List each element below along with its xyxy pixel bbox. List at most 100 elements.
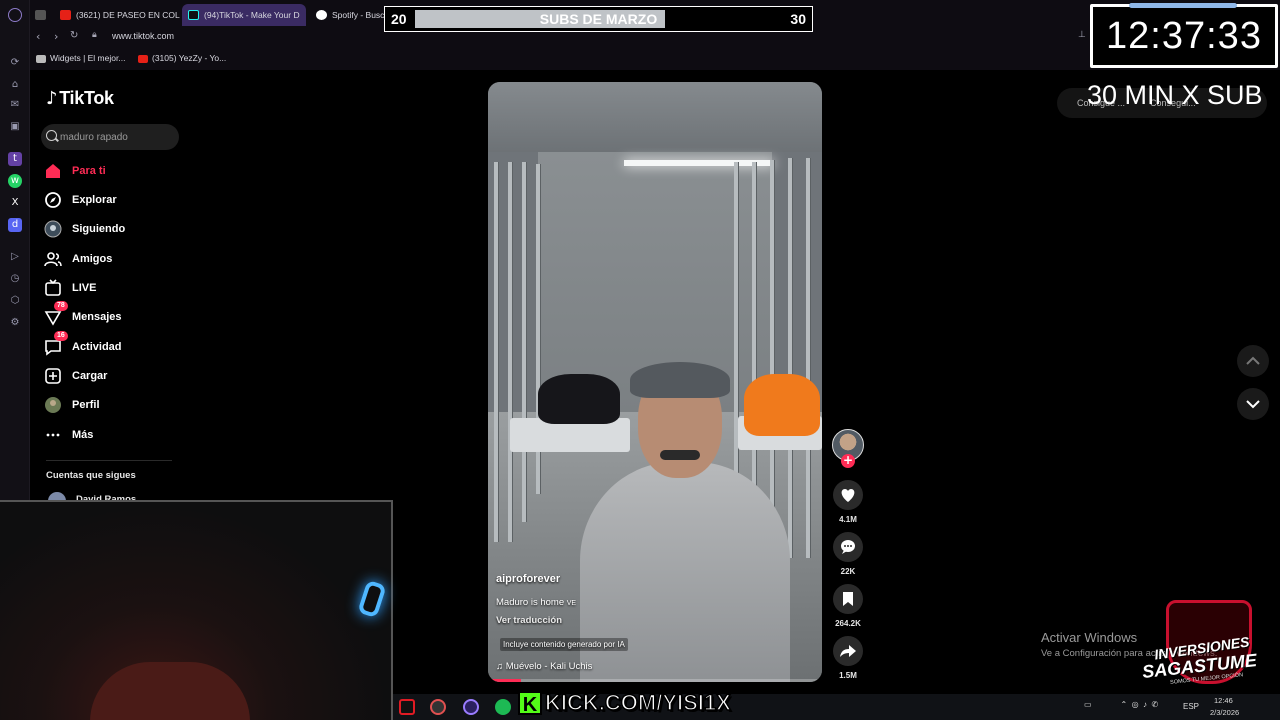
subs-goal-bar: 20 SUBS DE MARZO 30 [384,6,813,32]
clock-icon[interactable]: ◷ [8,272,22,286]
nav-label: Para ti [72,165,106,177]
tab-label: (94)TikTok - Make Your D [204,10,300,20]
video-progress-fill [488,679,522,682]
back-icon[interactable]: ‹ [36,30,40,43]
nav-cargar[interactable]: Cargar [44,365,184,389]
save-count: 264.2K [835,619,861,628]
youtube-favicon-icon [60,10,71,20]
description-text: Maduro is home [496,597,565,608]
share-icon [840,645,856,657]
nav-actividad[interactable]: 16 Actividad [44,331,184,360]
player-icon[interactable]: ▷ [8,250,22,264]
upload-icon [45,368,61,384]
tab-tiktok[interactable]: (94)TikTok - Make Your D [182,4,306,26]
nav-explorar[interactable]: Explorar [44,189,184,213]
timer-accent [1129,3,1237,8]
x-icon[interactable]: X [8,196,22,210]
nav-label: LIVE [72,282,97,294]
tab-label: Spotify - Busc [332,10,385,20]
webcam-feed [0,500,393,720]
tiktok-note-icon: ♪ [46,88,58,109]
next-video-button[interactable] [1237,388,1269,420]
music-link[interactable]: ♫ Muévelo - Kali Uchis [496,661,592,672]
kick-banner: K KICK.COM/YISI1X [518,689,732,718]
url-field[interactable]: www.tiktok.com [112,31,174,41]
search-icon[interactable] [46,130,57,141]
app-icon-obs[interactable] [430,699,446,715]
nav-siguiendo[interactable]: Siguiendo [44,218,184,242]
sidebar-notes-icon[interactable]: ▣ [8,120,22,134]
like-action[interactable]: 4.1M [833,480,863,524]
nav-mensajes[interactable]: 78 Mensajes [44,301,184,330]
comment-action[interactable]: 22K [833,532,863,576]
bookmark-yezzy[interactable]: (3105) YezZy - Yo... [138,53,226,63]
pin-icon[interactable]: ⬡ [8,294,22,308]
nav-amigos[interactable]: Amigos [44,248,184,272]
tab-menu-icon[interactable] [30,4,52,26]
video-scene-ceiling [488,82,822,152]
live-icon [45,279,61,296]
comment-icon [841,540,855,554]
browser-logo-icon[interactable] [8,8,22,22]
sponsor-logo: INVERSIONES SAGASTUME SOMOS TU MEJOR OPC… [1140,600,1280,698]
settings-gear-icon[interactable]: ⚙ [8,316,22,330]
share-action[interactable]: 1.5M [833,636,863,680]
forward-icon[interactable]: › [54,30,58,43]
system-tray[interactable]: ▭ ⌃ ◎ ♪ ✆ [1084,700,1158,709]
nav-label: Actividad [72,341,122,353]
nav-label: Más [72,429,94,441]
tiktok-favicon-icon [188,10,199,20]
sidebar-history-icon[interactable]: ⟳ [8,56,22,70]
sidebar-messenger-icon[interactable]: ✉ [8,98,22,112]
spotify-icon[interactable] [495,699,511,715]
stream-timer: 12:37:33 [1090,3,1278,68]
bookmark-icon [843,592,853,606]
previous-video-button[interactable] [1237,345,1269,377]
divider [46,460,172,461]
cell-bar [522,162,526,522]
activity-badge: 16 [54,331,68,341]
tab-youtube[interactable]: (3621) DE PASEO EN COLO [54,4,180,26]
reload-icon[interactable]: ↻ [70,30,78,41]
webcam-person [90,662,250,720]
discord-icon[interactable]: d [8,218,22,232]
video-player[interactable]: aiproforever Maduro is home VE Ver tradu… [488,82,822,682]
video-progress-track[interactable] [488,679,822,682]
video-username[interactable]: aiproforever [496,573,560,585]
pin-extension-icon[interactable]: ⊥ [1078,30,1086,40]
cell-bar [508,162,512,542]
kick-logo-icon: K [518,691,542,716]
language-indicator[interactable]: ESP [1183,702,1199,711]
translate-link[interactable]: Ver traducción [496,615,562,626]
video-person-right [744,374,820,436]
webcam-light [357,579,387,619]
tab-spotify[interactable]: Spotify - Busc [310,4,386,26]
youtube-favicon-icon [138,54,148,63]
sidebar-bag-icon[interactable]: ⌂ [8,78,22,92]
follow-plus-button[interactable]: + [841,454,855,468]
video-description: Maduro is home VE [496,597,576,608]
tab-label: (3621) DE PASEO EN COLO [76,10,180,20]
whatsapp-icon[interactable]: w [8,174,22,188]
twitch-icon[interactable]: t [8,152,22,166]
nav-label: Siguiendo [72,223,126,235]
app-icon-browser[interactable] [463,699,479,715]
messages-badge: 78 [54,301,68,311]
nav-label: Mensajes [72,311,122,323]
clock-date[interactable]: 2/3/2026 [1210,708,1239,717]
search-input[interactable] [60,124,175,150]
app-icon-red-logo[interactable] [399,699,415,715]
bookmark-label: (3105) YezZy - Yo... [152,53,227,63]
music-title: Muévelo - Kali Uchis [505,661,593,672]
nav-para-ti[interactable]: Para ti [44,160,184,184]
flag-text: VE [566,600,577,607]
nav-label: Explorar [72,194,117,206]
nav-perfil[interactable]: Perfil [44,394,184,418]
nav-mas[interactable]: Más [44,424,184,448]
tiktok-logo[interactable]: ♪ TikTok [46,88,114,109]
bookmark-widgets[interactable]: Widgets | El mejor... [36,53,125,63]
save-action[interactable]: 264.2K [833,584,863,628]
nav-label: Perfil [72,399,100,411]
nav-live[interactable]: LIVE [44,277,184,301]
friends-icon [44,252,62,267]
